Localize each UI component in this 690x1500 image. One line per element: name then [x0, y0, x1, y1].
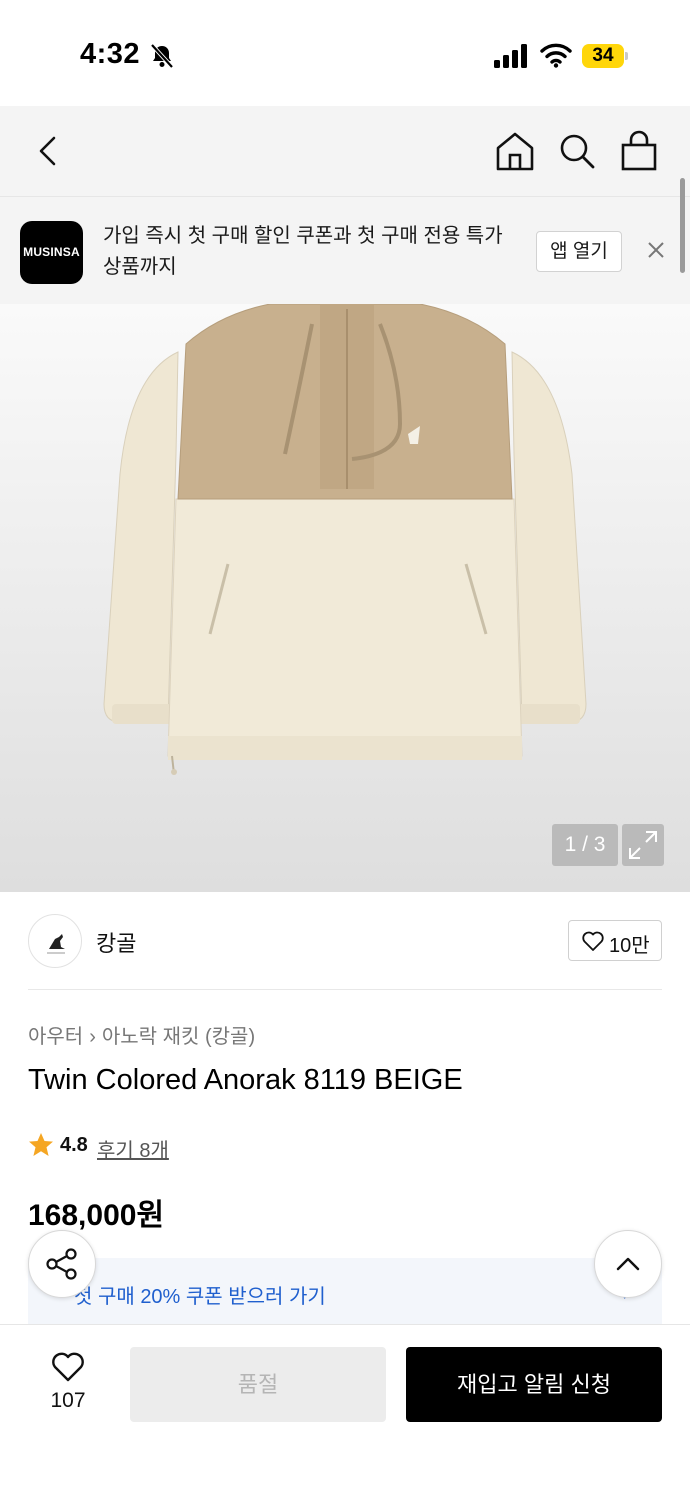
top-nav-bar: [0, 106, 690, 196]
image-counter: 1 / 3: [552, 824, 618, 866]
review-link[interactable]: 후기 8개: [97, 1134, 169, 1163]
star-icon: [29, 1133, 53, 1156]
share-icon: [46, 1248, 77, 1280]
chevron-up-icon: [616, 1257, 640, 1271]
scroll-to-top-button[interactable]: [594, 1230, 662, 1298]
bottom-action-bar: 107 품절 재입고 알림 신청: [0, 1324, 690, 1500]
banner-message: 가입 즉시 첫 구매 할인 쿠폰과 첫 구매 전용 특가 상품까지: [103, 225, 503, 278]
brand-row: 캉골 10만: [28, 912, 662, 990]
product-price: 168,000원: [28, 1199, 165, 1232]
brand-like-count: 10만: [609, 935, 650, 957]
rating-value: 4.8: [60, 1134, 88, 1156]
battery-tip: [625, 52, 628, 60]
scrollbar[interactable]: [680, 178, 685, 273]
coupon-text: 첫 구매 20% 쿠폰 받으러 가기: [74, 1286, 326, 1308]
brand-name[interactable]: 캉골: [96, 926, 136, 958]
app-install-banner: MUSINSA 가입 즉시 첫 구매 할인 쿠폰과 첫 구매 전용 특가 상품까…: [0, 196, 690, 304]
soldout-button: 품절: [130, 1347, 386, 1422]
signal-icon: [494, 44, 527, 68]
battery-level: 34: [582, 44, 624, 68]
back-arrow-icon[interactable]: [28, 130, 70, 172]
category-breadcrumb: 아우터 › 아노락 재킷 (캉골): [28, 1020, 255, 1049]
restock-alert-button[interactable]: 재입고 알림 신청: [406, 1347, 662, 1422]
product-title: Twin Colored Anorak 8119 BEIGE: [28, 1064, 463, 1096]
open-app-button[interactable]: 앱 열기: [536, 231, 622, 272]
bell-off-icon: [150, 43, 174, 69]
chevron-right-icon: ›: [89, 1026, 96, 1048]
heart-outline-icon: [582, 931, 604, 951]
status-bar: 4:32 34: [0, 0, 690, 106]
product-image-gallery[interactable]: 1 / 3: [0, 304, 690, 892]
expand-image-button[interactable]: [622, 824, 664, 866]
wish-count: 107: [50, 1389, 86, 1412]
share-button[interactable]: [28, 1230, 96, 1298]
heart-outline-icon[interactable]: [50, 1351, 86, 1383]
shopping-bag-icon[interactable]: [618, 130, 660, 172]
wifi-icon: [540, 43, 572, 68]
status-time: 4:32: [80, 38, 141, 70]
search-icon[interactable]: [556, 130, 598, 172]
coupon-banner[interactable]: 첫 구매 20% 쿠폰 받으러 가기: [28, 1258, 662, 1324]
battery-indicator: 34: [582, 44, 628, 68]
expand-icon: [629, 831, 657, 859]
breadcrumb-subcategory[interactable]: 아노락 재킷 (캉골): [102, 1026, 255, 1048]
anorak-jacket-image: [103, 304, 587, 775]
kangaroo-logo-icon: [47, 934, 65, 954]
home-icon[interactable]: [494, 130, 536, 172]
brand-logo[interactable]: [28, 914, 82, 968]
musinsa-logo: MUSINSA: [20, 221, 83, 284]
breadcrumb-category[interactable]: 아우터: [28, 1026, 83, 1048]
brand-like-button[interactable]: 10만: [568, 920, 662, 961]
close-icon[interactable]: [643, 237, 669, 263]
